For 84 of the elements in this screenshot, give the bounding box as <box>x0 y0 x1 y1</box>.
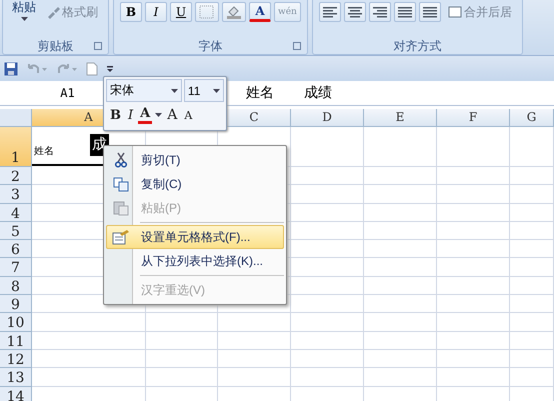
scissors-icon <box>114 152 128 168</box>
row-header[interactable]: 3 <box>0 185 32 204</box>
text-lines-icon <box>398 6 412 18</box>
menu-item[interactable]: 复制(C) <box>106 172 284 196</box>
cell-text: 姓名 <box>34 145 54 159</box>
merge-icon <box>448 6 462 18</box>
row-header[interactable]: 12 <box>0 350 32 368</box>
row-header[interactable]: 5 <box>0 222 32 240</box>
table-cell <box>510 167 554 186</box>
menu-item[interactable]: 从下拉列表中选择(K)... <box>106 249 284 273</box>
shrink-font-button[interactable]: A <box>182 108 194 122</box>
row-header[interactable]: 1 <box>0 127 32 167</box>
table-cell <box>146 313 218 332</box>
formula-text: 成绩 <box>304 84 332 102</box>
caret-icon[interactable] <box>155 113 162 117</box>
copy-icon <box>113 176 129 192</box>
text-lines-icon <box>322 6 337 18</box>
row-header[interactable]: 10 <box>0 313 32 332</box>
row-header[interactable]: 4 <box>0 204 32 222</box>
table-cell <box>146 350 218 368</box>
bold-button[interactable]: B <box>120 2 142 22</box>
format-cells-icon <box>112 229 130 245</box>
text-lines-icon <box>348 6 362 18</box>
table-cell <box>510 295 554 314</box>
menu-item[interactable]: 设置单元格格式(F)... <box>106 225 284 249</box>
row-header[interactable]: 8 <box>0 276 32 296</box>
table-cell <box>510 332 554 350</box>
table-cell <box>510 276 554 296</box>
table-cell <box>146 368 218 387</box>
caret-icon[interactable] <box>213 88 220 92</box>
alignleft-button[interactable] <box>318 2 341 22</box>
row-header[interactable]: 11 <box>0 332 32 350</box>
row-header[interactable]: 9 <box>0 295 32 314</box>
customize-icon[interactable] <box>106 64 114 74</box>
dialog-launcher-icon[interactable] <box>292 42 301 50</box>
paint-bucket-icon <box>226 5 242 19</box>
column-header[interactable]: E <box>364 109 437 127</box>
paste-button[interactable]: 粘贴 <box>9 1 39 29</box>
caret-icon[interactable] <box>170 88 178 92</box>
table-cell <box>510 258 554 277</box>
fill-color-button[interactable] <box>222 2 246 22</box>
clipboard-icon <box>113 200 129 216</box>
underline-button[interactable]: U <box>170 2 192 22</box>
table-cell <box>510 350 554 368</box>
outdent-button[interactable] <box>394 2 416 22</box>
table-cell <box>510 222 554 240</box>
dialog-launcher-icon[interactable] <box>94 42 102 50</box>
font-color-button[interactable]: A <box>138 106 152 124</box>
table-cell <box>510 313 554 332</box>
indent-button[interactable] <box>418 2 441 22</box>
formula-text: 姓名 <box>246 84 274 102</box>
bold-button[interactable]: B <box>108 108 123 122</box>
caret-icon[interactable] <box>20 17 28 21</box>
table-cell <box>146 332 218 350</box>
row-header[interactable]: 2 <box>0 167 32 186</box>
brush-icon <box>46 5 60 19</box>
text-lines-icon <box>372 6 387 18</box>
border-icon <box>199 5 215 19</box>
save-icon[interactable] <box>4 62 18 76</box>
table-cell <box>510 127 554 167</box>
menu-item[interactable]: 剪切(T) <box>106 148 284 172</box>
row-header[interactable]: 13 <box>0 368 32 387</box>
italic-button[interactable]: I <box>126 108 136 122</box>
aligncenter-button[interactable] <box>344 2 366 22</box>
text-lines-icon <box>422 6 437 18</box>
row-header[interactable]: 14 <box>0 386 32 401</box>
table-cell <box>510 185 554 204</box>
table-cell <box>510 240 554 258</box>
grow-font-button[interactable]: A <box>165 107 180 123</box>
group-label: 字体 <box>198 38 222 54</box>
column-header[interactable]: F <box>437 109 510 127</box>
table-cell <box>510 368 554 387</box>
column-header[interactable]: G <box>510 109 554 127</box>
font-color-button[interactable]: A <box>249 2 271 22</box>
group-label: 剪贴板 <box>38 38 74 54</box>
row-header[interactable]: 6 <box>0 240 32 258</box>
row-header[interactable]: 7 <box>0 258 32 277</box>
font-dropdown[interactable]: 宋体 <box>106 79 182 102</box>
font-size-dropdown[interactable]: 11 <box>184 79 224 102</box>
table-cell <box>510 204 554 222</box>
group-label: 对齐方式 <box>393 38 442 54</box>
column-header[interactable]: D <box>291 109 364 127</box>
alignright-button[interactable] <box>368 2 391 22</box>
italic-button[interactable]: I <box>145 2 167 22</box>
